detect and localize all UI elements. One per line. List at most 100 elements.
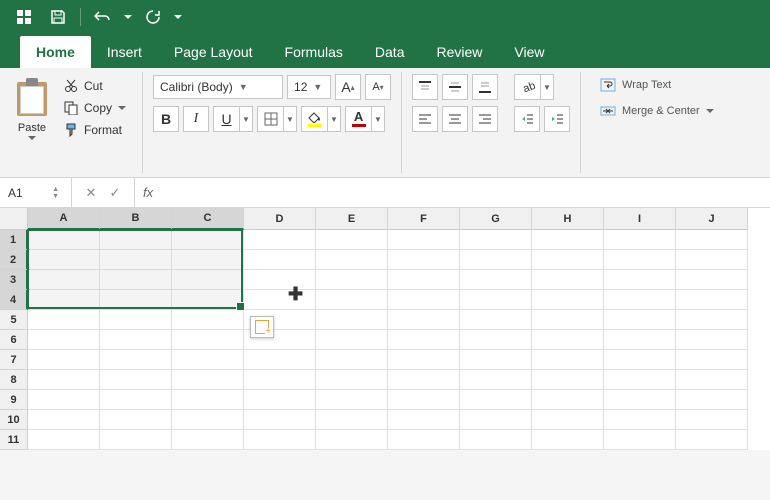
tab-view[interactable]: View (498, 36, 560, 68)
bold-button[interactable]: B (153, 106, 179, 132)
paste-button[interactable]: Paste (10, 74, 54, 171)
merge-center-label: Merge & Center (622, 105, 700, 117)
tab-home[interactable]: Home (20, 36, 91, 68)
cells-area[interactable]: ✚ (28, 230, 770, 450)
wrap-text-label: Wrap Text (622, 79, 671, 91)
column-header[interactable]: D (244, 208, 316, 230)
name-box-spinner[interactable]: ▲▼ (52, 186, 59, 200)
column-header[interactable]: E (316, 208, 388, 230)
row-header[interactable]: 11 (0, 430, 28, 450)
tab-formulas[interactable]: Formulas (269, 36, 359, 68)
increase-font-button[interactable]: A▴ (335, 74, 361, 100)
check-icon: ✓ (110, 185, 121, 201)
cut-button[interactable]: Cut (58, 76, 132, 96)
separator (80, 8, 81, 26)
redo-dropdown-icon[interactable] (171, 3, 185, 31)
row-header[interactable]: 10 (0, 410, 28, 430)
chevron-down-icon[interactable]: ▼ (540, 74, 554, 100)
save-icon[interactable] (42, 3, 74, 31)
enter-formula-button[interactable]: ✓ (104, 182, 126, 204)
column-header[interactable]: F (388, 208, 460, 230)
italic-button[interactable]: I (183, 106, 209, 132)
fx-label[interactable]: fx (135, 185, 161, 200)
increase-indent-button[interactable] (544, 106, 570, 132)
font-color-button[interactable]: A ▼ (345, 106, 385, 132)
fill-color-button[interactable]: ▼ (301, 106, 341, 132)
decrease-indent-button[interactable] (514, 106, 540, 132)
ribbon-group-alignment: ab ▼ (402, 72, 581, 173)
redo-icon[interactable] (137, 3, 169, 31)
cancel-formula-button[interactable]: ✕ (80, 182, 102, 204)
chevron-down-icon (706, 109, 714, 114)
ribbon-group-font: Calibri (Body) ▼ 12 ▼ A▴ A▾ B I U (143, 72, 402, 173)
column-header[interactable]: A (28, 208, 100, 230)
align-top-button[interactable] (412, 74, 438, 100)
align-left-button[interactable] (412, 106, 438, 132)
spreadsheet-grid: 1 2 3 4 5 6 7 8 9 10 11 A B C D E F G H … (0, 208, 770, 450)
ribbon: Paste Cut Copy Format Calibri (Body (0, 68, 770, 178)
select-all-corner[interactable] (0, 208, 28, 230)
column-header[interactable]: I (604, 208, 676, 230)
decrease-indent-icon (520, 112, 534, 126)
orientation-icon: ab (514, 74, 540, 100)
tab-review[interactable]: Review (420, 36, 498, 68)
row-header[interactable]: 2 (0, 250, 28, 270)
chevron-down-icon[interactable]: ▼ (371, 106, 385, 132)
row-header[interactable]: 6 (0, 330, 28, 350)
row-header[interactable]: 7 (0, 350, 28, 370)
x-icon: ✕ (86, 185, 97, 201)
ribbon-group-cells: Wrap Text Merge & Center (581, 72, 733, 173)
row-header[interactable]: 1 (0, 230, 28, 250)
row-header[interactable]: 8 (0, 370, 28, 390)
name-box[interactable]: A1 ▲▼ (0, 178, 72, 207)
column-header[interactable]: B (100, 208, 172, 230)
orientation-button[interactable]: ab ▼ (514, 74, 554, 100)
row-header[interactable]: 5 (0, 310, 28, 330)
home-icon[interactable] (8, 3, 40, 31)
tab-insert[interactable]: Insert (91, 36, 158, 68)
chevron-down-icon[interactable]: ▼ (239, 106, 253, 132)
undo-icon[interactable] (87, 3, 119, 31)
row-header[interactable]: 3 (0, 270, 28, 290)
font-name-value: Calibri (Body) (160, 80, 233, 94)
bucket-icon (301, 106, 327, 132)
column-headers: A B C D E F G H I J (28, 208, 770, 230)
formula-bar: A1 ▲▼ ✕ ✓ fx (0, 178, 770, 208)
wrap-text-icon (600, 78, 616, 92)
underline-button[interactable]: U ▼ (213, 106, 253, 132)
chevron-down-icon[interactable]: ▼ (283, 106, 297, 132)
border-button[interactable]: ▼ (257, 106, 297, 132)
tab-data[interactable]: Data (359, 36, 421, 68)
copy-button[interactable]: Copy (58, 98, 132, 118)
chevron-down-icon[interactable]: ▼ (327, 106, 341, 132)
align-middle-button[interactable] (442, 74, 468, 100)
decrease-font-button[interactable]: A▾ (365, 74, 391, 100)
column-header[interactable]: C (172, 208, 244, 230)
tab-page-layout[interactable]: Page Layout (158, 36, 269, 68)
undo-dropdown-icon[interactable] (121, 3, 135, 31)
format-painter-button[interactable]: Format (58, 120, 132, 140)
merge-center-button[interactable]: Merge & Center (591, 100, 723, 122)
align-left-icon (418, 112, 432, 126)
format-label: Format (84, 123, 122, 137)
align-center-icon (448, 112, 462, 126)
align-top-icon (418, 80, 432, 94)
align-bottom-button[interactable] (472, 74, 498, 100)
align-right-button[interactable] (472, 106, 498, 132)
row-headers: 1 2 3 4 5 6 7 8 9 10 11 (0, 208, 28, 450)
column-header[interactable]: H (532, 208, 604, 230)
paste-label: Paste (18, 122, 46, 134)
align-middle-icon (448, 80, 462, 94)
font-size-select[interactable]: 12 ▼ (287, 75, 331, 99)
row-header[interactable]: 9 (0, 390, 28, 410)
chevron-down-icon: ▼ (239, 82, 248, 92)
font-name-select[interactable]: Calibri (Body) ▼ (153, 75, 283, 99)
ribbon-tabs: Home Insert Page Layout Formulas Data Re… (0, 34, 770, 68)
column-header[interactable]: G (460, 208, 532, 230)
paste-options-button[interactable] (250, 316, 274, 338)
column-header[interactable]: J (676, 208, 748, 230)
align-center-button[interactable] (442, 106, 468, 132)
row-header[interactable]: 4 (0, 290, 28, 310)
quick-access-toolbar (0, 0, 770, 34)
wrap-text-button[interactable]: Wrap Text (591, 74, 723, 96)
